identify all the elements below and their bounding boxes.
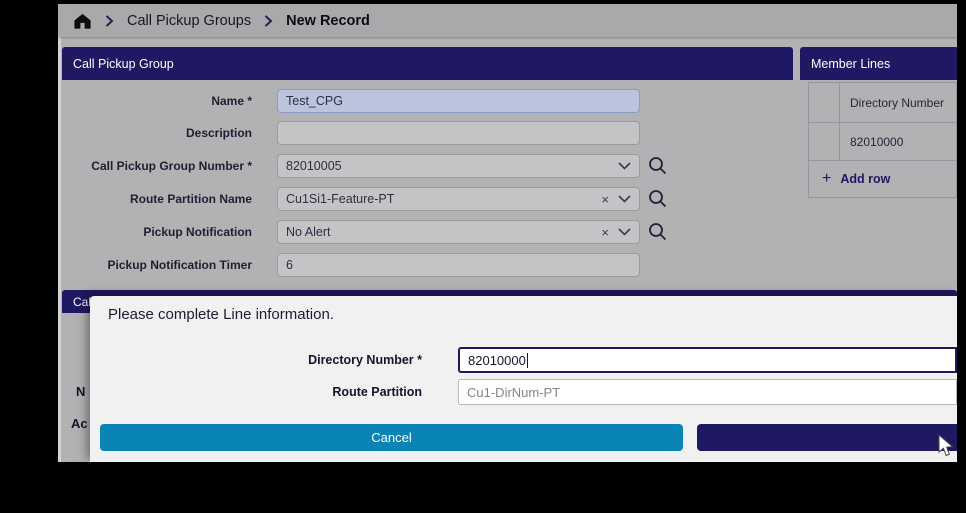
call-pickup-group-number-select[interactable]: 82010005 — [277, 154, 640, 178]
search-icon[interactable] — [646, 154, 670, 178]
name-input[interactable]: Test_CPG — [277, 89, 640, 113]
dialog-message: Please complete Line information. — [108, 306, 334, 323]
table-header-row: Directory Number — [809, 83, 956, 123]
chevron-right-icon — [105, 14, 114, 27]
chevron-down-icon[interactable] — [618, 162, 631, 170]
panel-title: Member Lines — [811, 56, 891, 71]
clear-icon[interactable]: × — [601, 193, 609, 206]
pickup-notification-select[interactable]: No Alert × — [277, 220, 640, 244]
route-partition-value: Cu1-DirNum-PT — [467, 384, 561, 400]
directory-number-column-header: Directory Number — [850, 95, 945, 110]
description-label: Description — [185, 126, 252, 140]
mouse-cursor-icon — [938, 433, 955, 463]
table-row[interactable]: 82010000 — [809, 123, 956, 161]
search-icon[interactable] — [646, 220, 670, 244]
chevron-right-icon — [264, 14, 273, 27]
background-label-fragment: N — [76, 384, 86, 399]
search-icon[interactable] — [646, 187, 670, 211]
clear-icon[interactable]: × — [601, 226, 609, 239]
directory-number-value: 82010000 — [468, 352, 526, 368]
directory-number-cell: 82010000 — [850, 134, 904, 149]
text-caret — [526, 352, 529, 368]
pickup-notification-timer-input[interactable]: 6 — [277, 253, 640, 277]
route-partition-name-label: Route Partition Name — [129, 192, 252, 206]
chevron-down-icon[interactable] — [618, 195, 631, 203]
pickup-notification-label: Pickup Notification — [143, 225, 252, 239]
plus-icon: + — [822, 170, 832, 187]
call-pickup-group-panel-header: Call Pickup Group — [62, 47, 793, 80]
route-partition-input[interactable]: Cu1-DirNum-PT — [458, 379, 957, 405]
member-lines-table: Directory Number 82010000 + Add row — [808, 82, 957, 198]
add-row-label: Add row — [840, 172, 891, 186]
call-pickup-group-number-value: 82010005 — [286, 159, 342, 173]
directory-number-label: Directory Number * — [308, 353, 422, 367]
breadcrumb-item-new-record: New Record — [286, 12, 370, 29]
pickup-notification-timer-label: Pickup Notification Timer — [107, 258, 252, 272]
directory-number-input[interactable]: 82010000 — [458, 347, 957, 373]
add-row-button[interactable]: + Add row — [809, 161, 956, 197]
screen: Call Pickup Groups New Record Call Picku… — [0, 0, 966, 513]
select-column-header[interactable] — [809, 83, 840, 122]
line-information-dialog: Please complete Line information. Direct… — [90, 296, 957, 462]
route-partition-label: Route Partition — [332, 385, 422, 399]
background-panel-title-fragment: Cal — [73, 294, 92, 309]
breadcrumb-item-call-pickup-groups[interactable]: Call Pickup Groups — [127, 13, 251, 29]
member-lines-panel-header: Member Lines — [800, 47, 957, 80]
row-select-cell[interactable] — [809, 123, 840, 160]
pickup-notification-timer-value: 6 — [286, 258, 293, 272]
breadcrumb: Call Pickup Groups New Record — [58, 4, 957, 37]
description-input[interactable] — [277, 121, 640, 145]
name-label: Name * — [211, 94, 252, 108]
cancel-button[interactable]: Cancel — [100, 424, 683, 451]
name-value: Test_CPG — [286, 94, 343, 108]
home-icon[interactable] — [73, 12, 92, 30]
chevron-down-icon[interactable] — [618, 228, 631, 236]
pickup-notification-value: No Alert — [286, 225, 331, 239]
primary-action-button[interactable] — [697, 424, 957, 451]
route-partition-name-select[interactable]: Cu1Si1-Feature-PT × — [277, 187, 640, 211]
route-partition-name-value: Cu1Si1-Feature-PT — [286, 192, 395, 206]
background-label-fragment: Ac — [71, 416, 88, 431]
call-pickup-group-number-label: Call Pickup Group Number * — [91, 159, 252, 173]
panel-title: Call Pickup Group — [73, 56, 174, 71]
